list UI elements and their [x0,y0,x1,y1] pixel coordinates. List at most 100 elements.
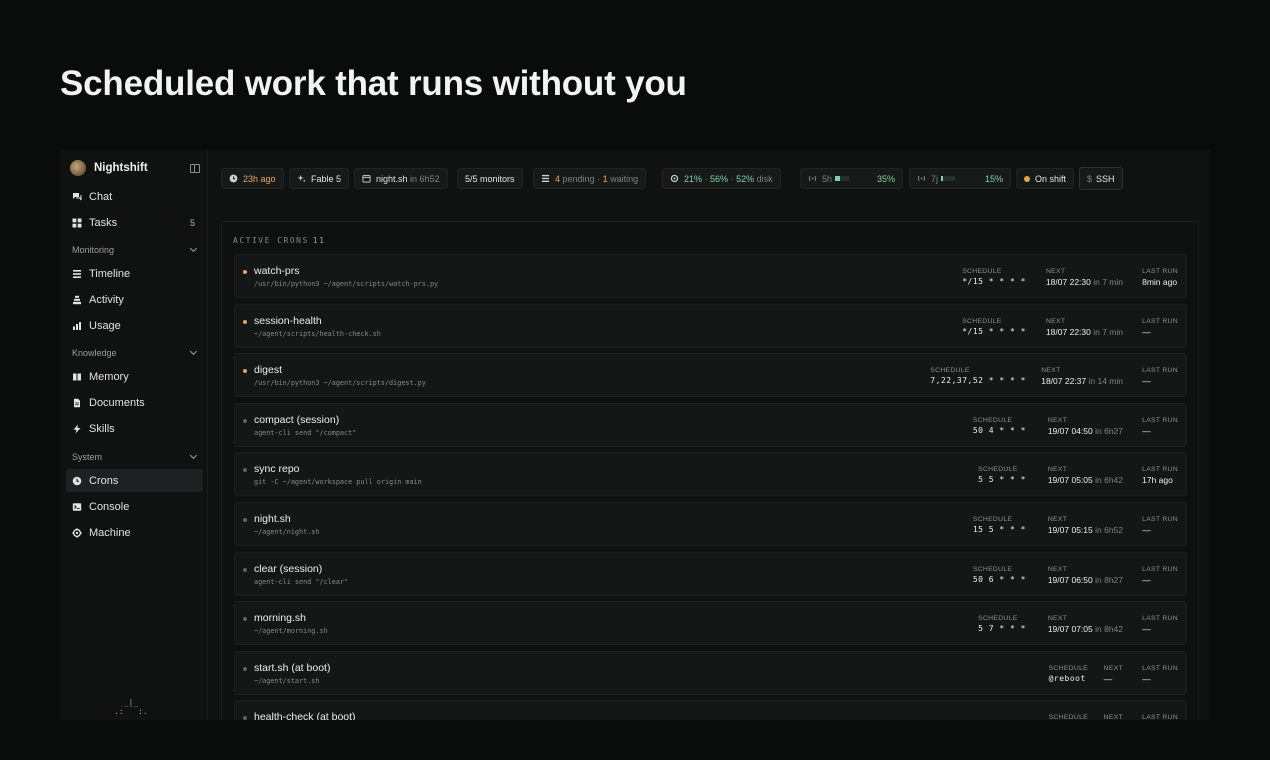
sidebar-item-label: Console [89,500,130,513]
chevron-down-icon [189,347,198,356]
schedule-label: SCHEDULE [1048,714,1088,720]
next-value: 19/07 06:50 [1047,574,1093,585]
usage-5h-chip[interactable]: 5h 35% [800,168,903,189]
status-dot [243,518,247,522]
status-dot [243,319,247,324]
next-column: NEXT 19/07 04:50 in 6h27 [1048,416,1123,436]
next-in: in 7 min [1093,277,1123,287]
sidebar-item-label: Skills [89,422,115,435]
last-run-value: — [1142,376,1151,387]
cron-row[interactable]: compact (session) agent-cli send "/compac… [234,402,1187,447]
cron-command: ~/agent/night.sh [254,528,320,536]
schedule-value: */15 * * * * [962,277,1026,286]
schedule-column: SCHEDULE @reboot [1049,664,1088,684]
schedule-column: SCHEDULE 5 5 * * * [978,465,1026,485]
cron-row[interactable]: clear (session) agent-cli send "/clear" SC… [234,551,1187,596]
calendar-icon [362,174,371,183]
next-label: NEXT [1047,466,1068,474]
ssh-button[interactable]: $ SSH [1079,167,1123,190]
sidebar-item-label: Documents [89,396,145,409]
sidebar-item-label: Memory [89,370,129,383]
schedule-label: SCHEDULE [978,466,1018,474]
status-dot [243,716,247,720]
status-dot [243,468,247,473]
schedule-column: SCHEDULE 50 6 * * * [973,565,1026,585]
monitors-chip[interactable]: 5/5 monitors [457,168,523,189]
cron-row[interactable]: night.sh ~/agent/night.sh SCHEDULE 15 5 * *… [234,502,1187,546]
schedule-value: 50 6 * * * [972,574,1026,584]
cron-command: ~/agent/morning.sh [254,627,328,636]
brand: Nightshift [70,158,200,178]
cron-name: session-health [254,314,322,327]
sidebar-item-documents[interactable]: Documents [66,391,203,414]
signal-icon [808,174,817,183]
sidebar-item-tasks[interactable]: Tasks 5 [66,211,203,234]
crons-count: 11 [312,236,326,245]
cron-row[interactable]: watch-prs/usr/bin/python3 ~/agent/script… [234,254,1187,298]
usage-7d-chip[interactable]: 7j 15% [909,168,1011,189]
cron-row[interactable]: session-health ~/agent/scripts/health-che… [234,303,1187,348]
last-run-label: LAST RUN [1142,714,1178,720]
sidebar-item-timeline[interactable]: Timeline [66,262,203,285]
resources-chip[interactable]: 21% · 56% · 52% disk [662,168,781,189]
cron-row[interactable]: morning.sh ~/agent/morning.sh SCHEDULE 5 7 … [234,601,1187,646]
pending-count: 4 [555,173,561,184]
headline: Scheduled work that runs without you [60,64,687,103]
usage-5h-bar [835,176,850,181]
clock-icon [72,476,82,486]
next-value: 18/07 22:37 [1041,376,1087,387]
cron-name: start.sh (at boot) [254,661,331,674]
sidebar-item-skills[interactable]: Skills [66,417,203,440]
list-icon [541,174,550,183]
schedule-column: SCHEDULE 5 7 * * * [978,614,1026,634]
schedule-value: 5 5 * * * [978,475,1026,485]
schedule-column: SCHEDULE [1049,713,1088,720]
cron-name: compact (session) [254,413,340,426]
chat-icon [72,192,82,202]
sidebar-item-memory[interactable]: Memory [66,365,203,388]
sidebar-item-chat[interactable]: Chat [66,185,203,208]
shift-chip[interactable]: On shift [1016,168,1075,189]
sidebar-item-usage[interactable]: Usage [66,314,203,337]
last-run-column: LAST RUN — [1142,614,1178,634]
sidebar-toggle-icon[interactable] [190,163,200,173]
next-in: in 6h52 [1095,525,1123,535]
grid-icon [72,218,82,228]
schedule-value: 50 4 * * * [972,425,1026,435]
cron-row[interactable]: health-check (at boot) SCHEDULE NEXT LAST R… [234,700,1187,720]
section-knowledge[interactable]: Knowledge [72,347,198,358]
usage-7d-bar [941,176,956,181]
cron-name: watch-prs [254,265,300,277]
last-seen-chip[interactable]: 23h ago [221,168,284,189]
sidebar-item-crons[interactable]: Crons [66,469,203,492]
model-chip[interactable]: Fable 5 [289,168,350,189]
queue-chip[interactable]: 4 pending · 1 waiting [533,168,647,189]
last-run-column: LAST RUN 17h ago [1142,465,1178,485]
cron-name: clear (session) [254,562,323,575]
next-column: NEXT 18/07 22:30 in 7 min [1046,267,1123,287]
sidebar-item-activity[interactable]: Activity [66,288,203,311]
next-job-chip[interactable]: night.sh in 6h52 [354,168,448,189]
last-run-label: LAST RUN [1142,664,1178,672]
status-dot [243,418,247,423]
section-monitoring[interactable]: Monitoring [72,244,198,255]
cron-command: ~/agent/scripts/health-check.sh [254,329,381,338]
next-value: 19/07 04:50 [1047,425,1093,436]
schedule-column: SCHEDULE 50 4 * * * [973,416,1026,436]
sidebar-item-console[interactable]: Console [66,495,203,518]
cron-row[interactable]: digest/usr/bin/python3 ~/agent/scripts/d… [234,353,1187,398]
next-value: 18/07 22:30 [1045,326,1091,337]
next-value: — [1103,673,1113,684]
next-job-in: in 6h52 [410,173,440,184]
dollar-icon: $ [1087,173,1093,184]
cpu-value: 21% [684,173,703,184]
sidebar-item-machine[interactable]: Machine [66,521,203,544]
cron-row[interactable]: start.sh (at boot) ~/agent/start.sh SCHEDU… [234,650,1187,695]
usage-7d-value: 15% [984,173,1003,184]
cron-row[interactable]: sync repo git -C ~/agent/workspace pull o… [234,452,1187,497]
next-label: NEXT [1045,317,1066,325]
next-label: NEXT [1047,615,1068,623]
section-system[interactable]: System [72,451,198,462]
sidebar: Nightshift Chat Tasks 5 Monitoring Timel… [60,150,208,720]
section-label: System [72,452,103,462]
